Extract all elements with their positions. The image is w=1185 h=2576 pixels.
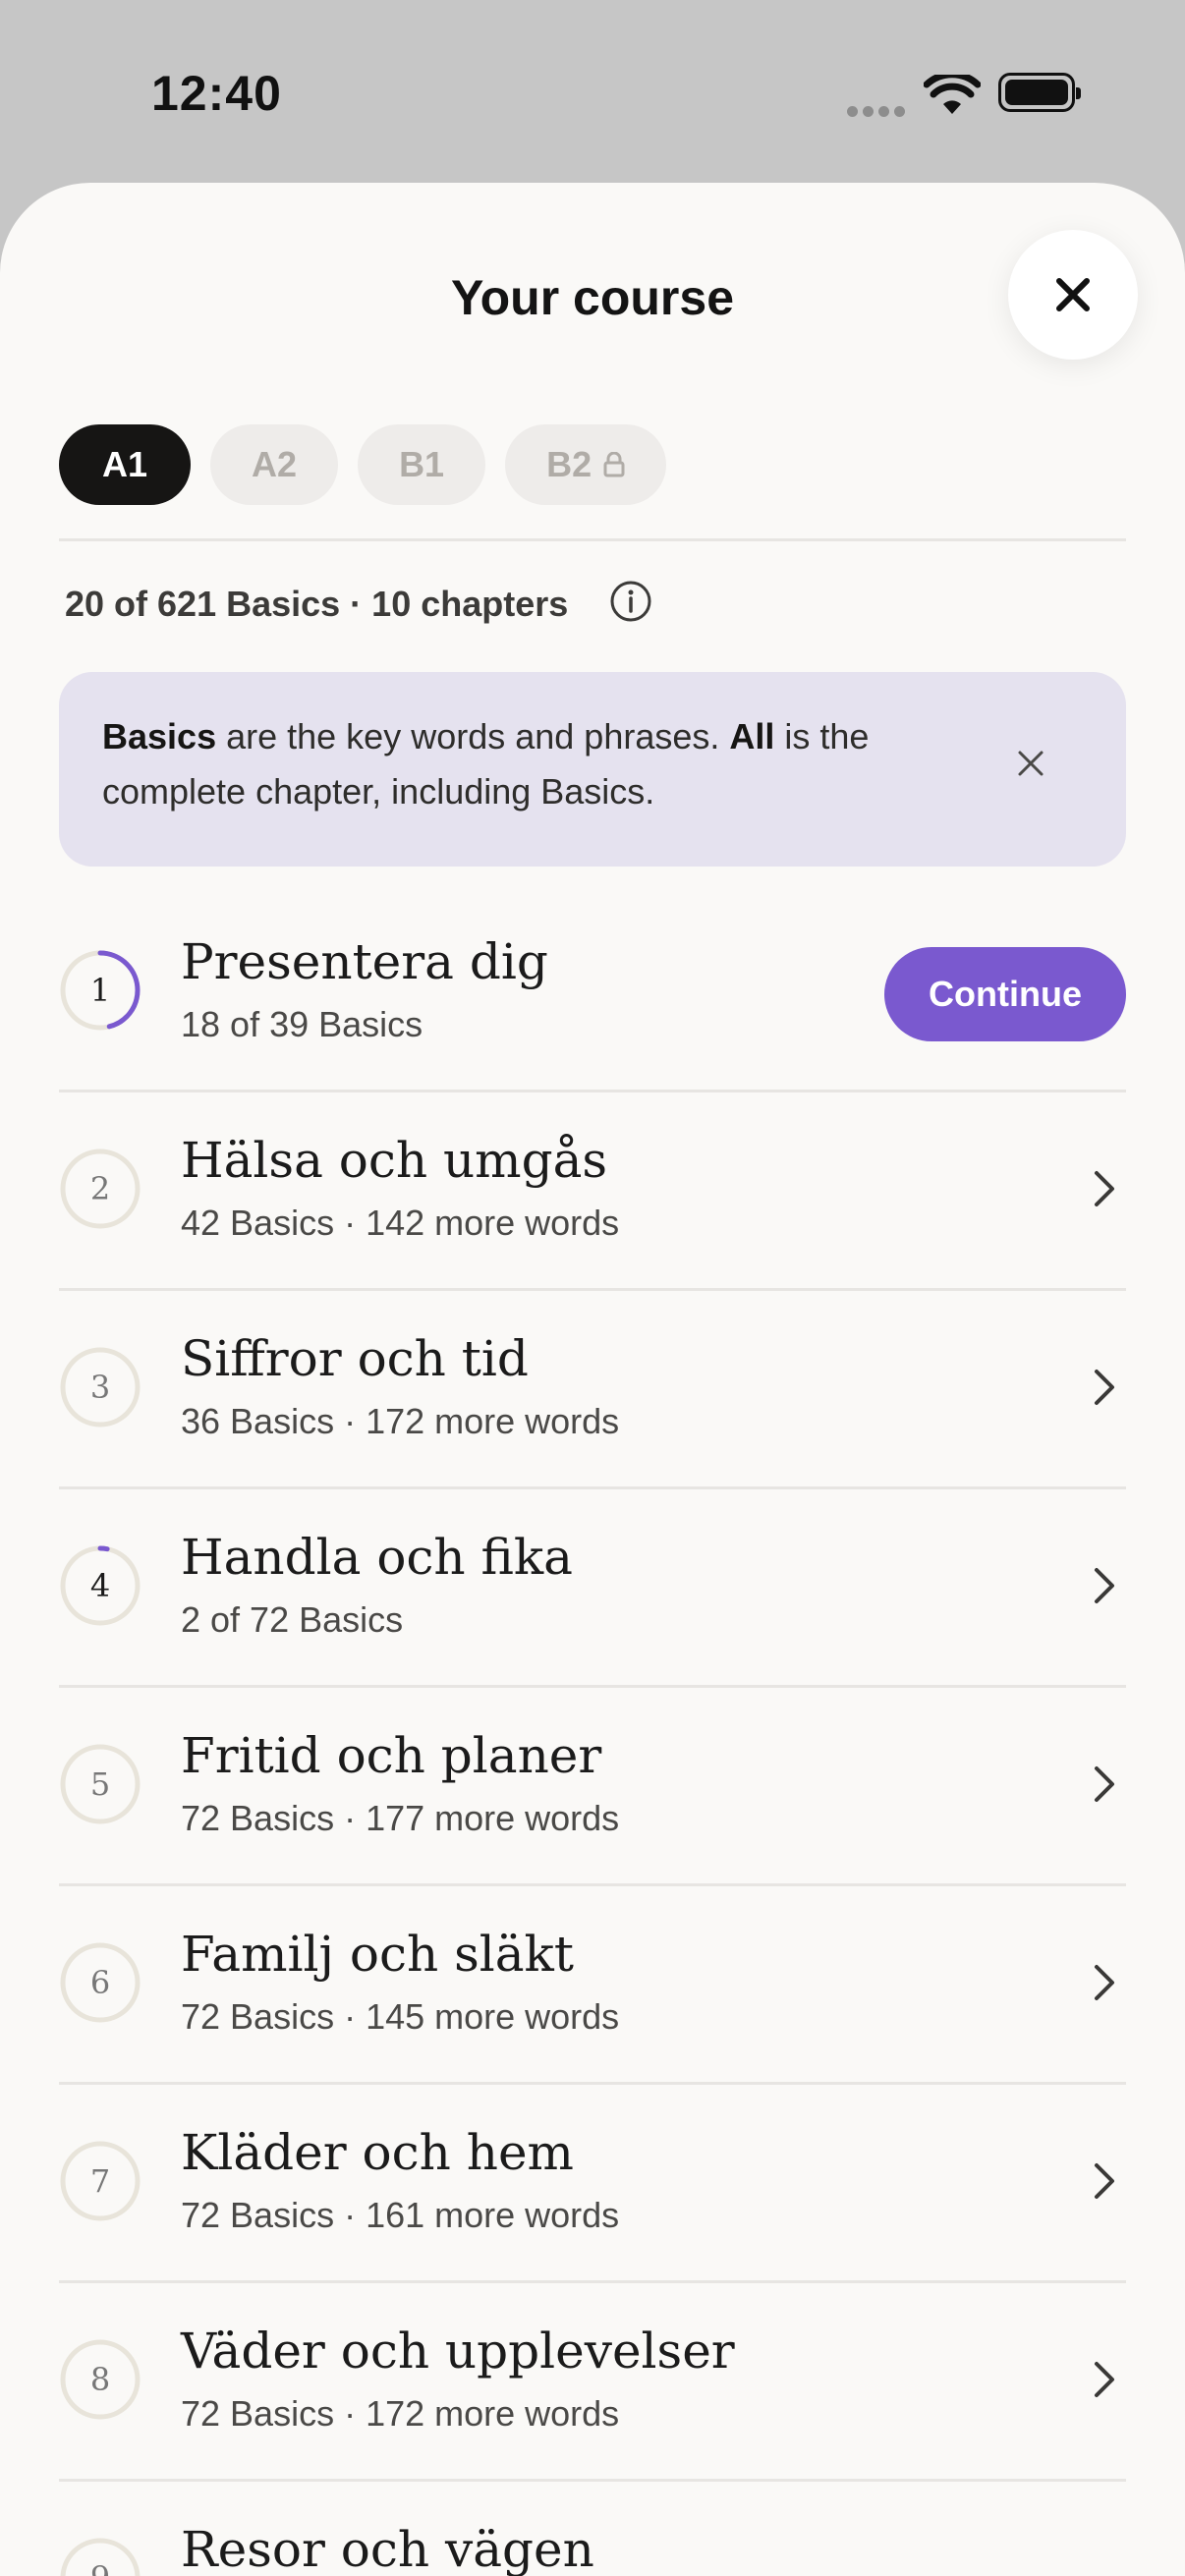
divider: [59, 1883, 1126, 1886]
chapter-subtitle: 36 Basics · 172 more words: [181, 1401, 620, 1441]
chapter-number: 4: [89, 1567, 111, 1604]
lock-icon: [603, 452, 625, 477]
chevron-right-icon: [1095, 1370, 1114, 1405]
level-tab-a2[interactable]: A2: [210, 424, 339, 505]
chapter-subtitle: 2 of 72 Basics: [181, 1599, 404, 1640]
close-button[interactable]: [1008, 230, 1138, 360]
level-tab-a1[interactable]: A1: [59, 424, 192, 505]
chapter-title: Presentera dig: [181, 933, 548, 990]
chevron-right-icon: [1095, 2362, 1114, 2397]
battery-icon: [998, 73, 1081, 112]
divider: [59, 2082, 1126, 2085]
chapter-subtitle: 72 Basics · 177 more words: [181, 1798, 620, 1838]
wifi-icon: [924, 75, 981, 114]
signal-dots-icon: [847, 104, 926, 117]
divider: [59, 1685, 1126, 1688]
chapter-subtitle: 42 Basics · 142 more words: [181, 1203, 620, 1243]
chapter-row[interactable]: 4 Handla och fika 2 of 72 Basics: [59, 1491, 1126, 1688]
chapter-title: Kläder och hem: [181, 2124, 574, 2181]
chapter-title: Familj och släkt: [181, 1926, 574, 1983]
chevron-right-icon: [1095, 2163, 1114, 2199]
chapter-row[interactable]: 6 Familj och släkt 72 Basics · 145 more …: [59, 1888, 1126, 2085]
divider: [59, 1486, 1126, 1489]
chapter-subtitle: 72 Basics · 161 more words: [181, 2195, 620, 2235]
divider: [59, 2479, 1126, 2482]
chapter-number: 9: [59, 2537, 141, 2576]
chapter-subtitle: 18 of 39 Basics: [181, 1004, 423, 1044]
continue-button[interactable]: Continue: [884, 947, 1126, 1041]
info-icon[interactable]: [609, 580, 652, 623]
basics-info-box: Basics are the key words and phrases. Al…: [59, 672, 1126, 867]
course-summary: 20 of 621 Basics · 10 chapters: [65, 584, 569, 624]
chapter-subtitle: 72 Basics · 172 more words: [181, 2393, 620, 2434]
close-icon: [1056, 278, 1090, 311]
level-tabs: A1 A2 B1 B2: [59, 424, 667, 505]
chapter-number: 7: [89, 2162, 111, 2200]
info-text: Basics are the key words and phrases. Al…: [102, 716, 870, 812]
chapter-number: 8: [89, 2361, 111, 2398]
status-time: 12:40: [151, 66, 282, 121]
chapter-number: 5: [89, 1765, 111, 1803]
chapter-number: 3: [89, 1369, 111, 1406]
chapter-title: Resor och vägen: [181, 2521, 594, 2576]
divider: [59, 538, 1126, 541]
chapter-title: Handla och fika: [181, 1529, 573, 1586]
chapter-row[interactable]: 7 Kläder och hem 72 Basics · 161 more wo…: [59, 2087, 1126, 2283]
chapter-row[interactable]: 3 Siffror och tid 36 Basics · 172 more w…: [59, 1293, 1126, 1489]
chapter-title: Fritid och planer: [181, 1727, 602, 1784]
chapter-row[interactable]: 8 Väder och upplevelser 72 Basics · 172 …: [59, 2285, 1126, 2482]
divider: [59, 1090, 1126, 1092]
chapter-number: 6: [89, 1964, 111, 2001]
chapter-row[interactable]: 5 Fritid och planer 72 Basics · 177 more…: [59, 1690, 1126, 1886]
chapter-row[interactable]: 2 Hälsa och umgås 42 Basics · 142 more w…: [59, 1094, 1126, 1291]
chapter-title: Siffror och tid: [181, 1330, 529, 1387]
chevron-right-icon: [1095, 1568, 1114, 1603]
course-sheet: Your course A1 A2 B1 B2 20 of 621 Basics…: [0, 183, 1185, 2576]
divider: [59, 2280, 1126, 2283]
chevron-right-icon: [1095, 1171, 1114, 1206]
chapter-title: Väder och upplevelser: [181, 2323, 735, 2380]
chevron-right-icon: [1095, 1766, 1114, 1802]
chapter-title: Hälsa och umgås: [181, 1132, 608, 1189]
level-tab-b2[interactable]: B2: [505, 424, 667, 505]
chapter-row[interactable]: 9 Resor och vägen: [59, 2484, 1126, 2576]
level-tab-b1[interactable]: B1: [358, 424, 486, 505]
chapter-row[interactable]: 1 Presentera dig 18 of 39 Basics Continu…: [59, 896, 1126, 1092]
dismiss-info-icon[interactable]: [1016, 749, 1045, 778]
divider: [59, 1288, 1126, 1291]
chevron-right-icon: [1095, 1965, 1114, 2000]
chapter-number: 2: [89, 1170, 111, 1207]
chapter-number: 1: [89, 972, 111, 1009]
chapter-subtitle: 72 Basics · 145 more words: [181, 1996, 620, 2037]
